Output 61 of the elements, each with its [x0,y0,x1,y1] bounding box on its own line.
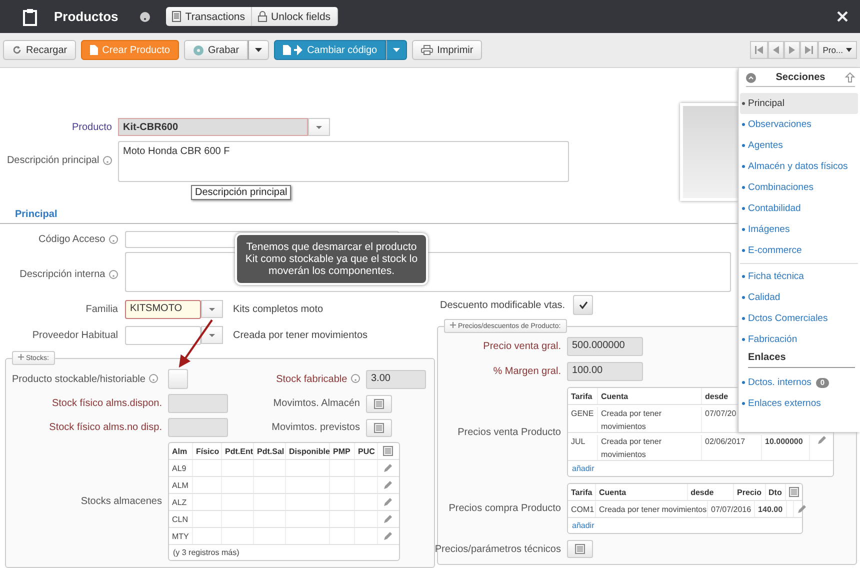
more-records-note: (y 3 registros más) [172,547,240,559]
field-label: Precios venta Producto [458,426,561,438]
column-header: Pdt.Ent [222,443,254,459]
field-label: Movimtos. Almacén [272,398,360,409]
field-label: Descripción principal [0,155,118,166]
family-description: Kits completos moto [233,304,324,315]
window-title: Productos [54,9,118,24]
column-header: PUC [355,443,378,459]
table-cell-text: GENE [571,408,594,420]
field-label: % Margen gral. [493,366,561,377]
table-cell: CLN [169,511,193,527]
field-label: Producto stockable/historiable [12,374,162,384]
table-cell-text: 02/06/2017 [705,436,746,448]
table-cell: ALZ [169,494,193,510]
column-header: desde [690,488,714,496]
field-label: Stock fabricable [236,374,360,384]
column-header: Dto [768,488,782,496]
column-header: Pdt.Sal [254,443,286,459]
margin-field: 100.00 [567,362,643,381]
field-label: Movimtos. previstos [270,422,360,433]
table-cell-text: 07/07/20 [705,408,736,420]
table-cell-text: 10.000000 [765,436,803,448]
column-header: Alm [169,443,193,459]
table-cell-text: JUL [571,436,586,448]
field-label: Precios/parámetros técnicos [434,544,561,554]
field-label: Familia [84,304,119,315]
field-label: Stock físico alms.no disp. [48,422,162,433]
panel-title: Secciones [776,72,826,83]
column-header: Disponible [286,443,330,459]
supplier-description: Creada por tener movimientos [233,330,368,341]
field-label: Stock físico alms.dispon. [50,398,162,409]
column-header: Precio [737,488,762,496]
field-label: Descripción interna [0,269,125,280]
column-header: Tarifa [571,488,592,496]
tooltip: Descripción principal [191,185,292,200]
column-header: Tarifa [571,392,592,400]
field-label: Producto [70,122,113,132]
table-cell: ALM [169,477,193,493]
links-heading: Enlaces [748,352,855,368]
field-label: Descuento modificable vtas. [440,300,566,310]
column-header: PMP [330,443,355,459]
field-label: Precio venta gral. [483,341,561,352]
table-cell: AL9 [169,460,193,476]
table-cell-text: Creada por tener movimientos [601,436,662,461]
column-header: Cuenta [601,392,628,400]
column-header: Físico [193,443,222,459]
table-cell-text: Creada por tener movimientos [601,408,662,433]
callout-tooltip: Tenemos que desmarcar el producto Kit como stockable ya que el stock lo moverán los componentes. [235,233,428,285]
price-field: 500.000000 [567,337,643,356]
table-cell: Creada por tener movimientos [599,504,707,514]
field-label: Proveedor Habitual [31,330,119,341]
column-header: desde [705,392,728,400]
field-label: Precios compra Producto [448,503,561,514]
stock-field: 3.00 [366,370,426,388]
table-cell: 140.00 [758,504,783,514]
table-cell: MTY [169,528,193,544]
column-header: Cuenta [599,488,626,496]
field-label: Código Acceso [0,234,125,245]
field-label: Stocks almacenes [80,496,162,507]
table-cell: COM1 [571,504,594,514]
table-cell: 07/07/2016 [711,504,752,514]
